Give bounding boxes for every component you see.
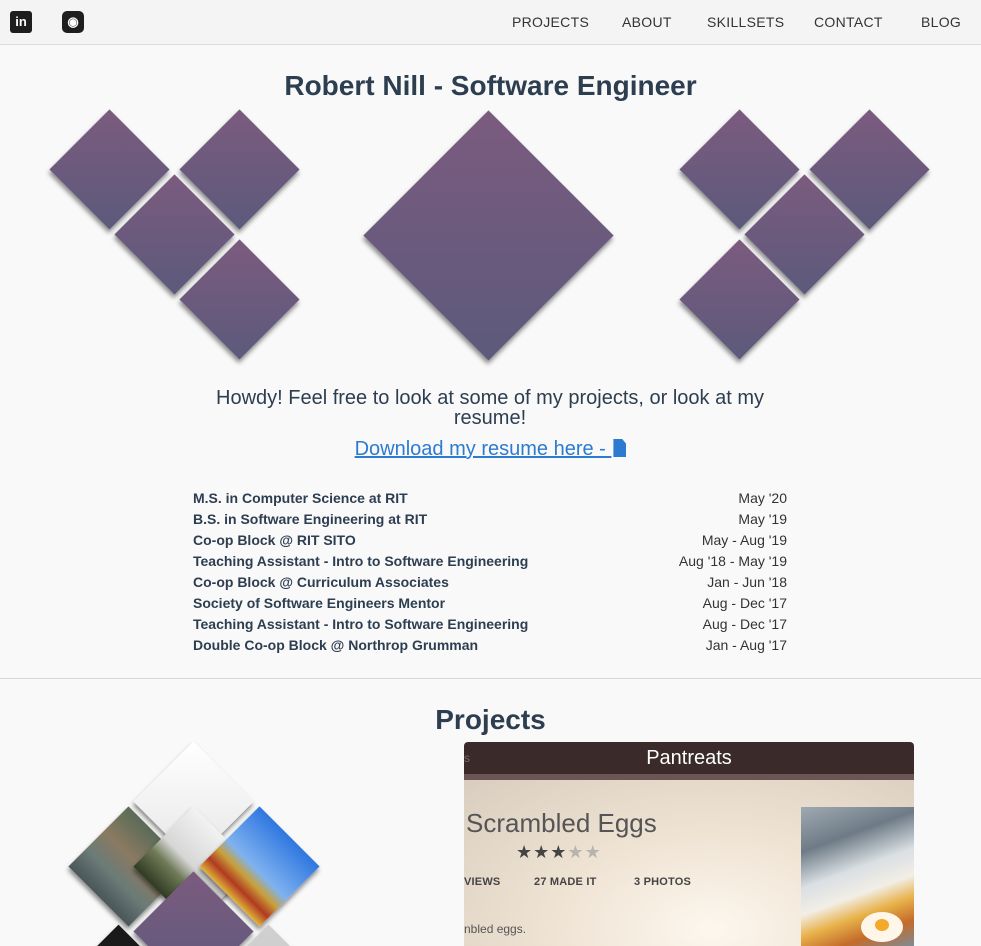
timeline-item-name: Co-op Block @ Curriculum Associates bbox=[193, 574, 449, 590]
star-empty-icon: ★ bbox=[584, 842, 602, 862]
star-filled-icon: ★ bbox=[516, 842, 534, 862]
timeline-item-name: M.S. in Computer Science at RIT bbox=[193, 490, 408, 506]
github-icon[interactable]: ◉ bbox=[62, 11, 84, 33]
timeline-item-date: Jan - Aug '17 bbox=[705, 637, 787, 653]
recipe-photo bbox=[801, 807, 914, 946]
nav-link-contact[interactable]: CONTACT bbox=[814, 14, 883, 30]
star-empty-icon: ★ bbox=[567, 842, 585, 862]
timeline-item-date: May '20 bbox=[738, 490, 787, 506]
nav-link-about[interactable]: ABOUT bbox=[622, 14, 672, 30]
star-filled-icon: ★ bbox=[533, 842, 551, 862]
nav-link-blog[interactable]: BLOG bbox=[921, 14, 961, 30]
resume-link-label[interactable]: Download my resume here - bbox=[355, 438, 612, 460]
timeline-item-date: May - Aug '19 bbox=[701, 532, 787, 548]
timeline-item-name: Double Co-op Block @ Northrop Grumman bbox=[193, 637, 479, 653]
timeline-item-name: Co-op Block @ RIT SITO bbox=[193, 532, 356, 548]
timeline-row: Teaching Assistant - Intro to Software E… bbox=[193, 616, 787, 637]
stat-made-it: 27 MADE IT bbox=[534, 876, 597, 888]
timeline-item-name: B.S. in Software Engineering at RIT bbox=[193, 511, 428, 527]
recipe-title: Scrambled Eggs bbox=[466, 808, 657, 838]
ghost-tab-text: s bbox=[464, 751, 470, 765]
timeline-item-name: Society of Software Engineers Mentor bbox=[193, 595, 446, 611]
timeline-item-name: Teaching Assistant - Intro to Software E… bbox=[193, 553, 529, 569]
recipe-view: Scrambled Eggs ★★★★★ VIEWS 27 MADE IT 3 … bbox=[464, 780, 914, 946]
projects-heading: Projects bbox=[435, 704, 546, 735]
timeline-row: Double Co-op Block @ Northrop Grumman Jan… bbox=[193, 637, 787, 658]
linkedin-icon[interactable]: in bbox=[10, 11, 32, 33]
timeline-item-date: Aug - Dec '17 bbox=[702, 595, 787, 611]
stat-views: VIEWS bbox=[464, 876, 501, 888]
nav-link-projects[interactable]: PROJECTS bbox=[512, 14, 589, 30]
timeline-row: Co-op Block @ RIT SITO May - Aug '19 bbox=[193, 532, 787, 553]
document-icon[interactable] bbox=[613, 439, 627, 457]
timeline-item-date: Jan - Jun '18 bbox=[707, 574, 787, 590]
timeline-row: B.S. in Software Engineering at RIT May '… bbox=[193, 511, 787, 532]
logo-diamond-large bbox=[363, 110, 614, 361]
yolk-shape bbox=[875, 919, 889, 931]
timeline-row: Co-op Block @ Curriculum Associates Jan -… bbox=[193, 574, 787, 595]
app-title: Pantreats bbox=[646, 747, 732, 769]
timeline-row: Society of Software Engineers Mentor Aug … bbox=[193, 595, 787, 616]
timeline-item-date: Aug - Dec '17 bbox=[702, 616, 787, 632]
app-header-bar: s Pantreats bbox=[464, 742, 914, 774]
section-divider bbox=[0, 678, 981, 679]
project-card-pantreats[interactable]: s Pantreats Scrambled Eggs ★★★★★ VIEWS 2… bbox=[464, 742, 914, 946]
resume-download-link[interactable]: Download my resume here - bbox=[0, 437, 981, 461]
experience-timeline: M.S. in Computer Science at RIT May '20 B… bbox=[193, 490, 787, 658]
timeline-item-name: Teaching Assistant - Intro to Software E… bbox=[193, 616, 529, 632]
star-filled-icon: ★ bbox=[550, 842, 568, 862]
timeline-row: Teaching Assistant - Intro to Software E… bbox=[193, 553, 787, 574]
intro-text: Howdy! Feel free to look at some of my p… bbox=[216, 387, 764, 429]
nav-link-skillsets[interactable]: SKILLSETS bbox=[707, 14, 784, 30]
timeline-row: M.S. in Computer Science at RIT May '20 bbox=[193, 490, 787, 511]
timeline-item-date: May '19 bbox=[738, 511, 787, 527]
top-nav: in ◉ PROJECTS ABOUT SKILLSETS CONTACT BL… bbox=[0, 0, 981, 45]
timeline-item-date: Aug '18 - May '19 bbox=[678, 553, 787, 569]
recipe-description: nbled eggs. bbox=[464, 922, 527, 936]
page-title: Robert Nill - Software Engineer bbox=[284, 70, 697, 101]
rating-stars: ★★★★★ bbox=[516, 842, 602, 863]
stat-photos: 3 PHOTOS bbox=[634, 876, 692, 888]
